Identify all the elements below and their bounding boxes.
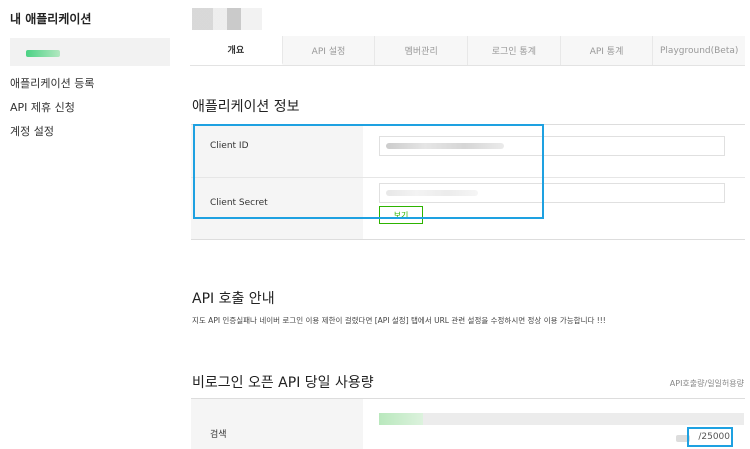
usage-count: /25000 — [698, 432, 730, 442]
api-guide-title: API 호출 안내 — [192, 291, 275, 307]
sidebar-title: 내 애플리케이션 — [10, 12, 92, 26]
row-divider — [191, 177, 745, 178]
redacted-client-id — [386, 143, 504, 149]
sidebar-link-register-app[interactable]: 애플리케이션 등록 — [10, 75, 94, 91]
api-guide-notice: 지도 API 인증실패나 네이버 로그인 이용 제한이 걸렸다면 [API 설정… — [192, 316, 606, 325]
usage-progress-bar — [379, 413, 744, 425]
usage-search-label: 검색 — [210, 430, 227, 440]
redacted-app-title — [192, 8, 262, 30]
tab-overview[interactable]: 개요 — [190, 36, 283, 65]
app-info-title: 애플리케이션 정보 — [192, 99, 300, 115]
tab-login-stats[interactable]: 로그인 통계 — [468, 36, 561, 65]
client-id-label: Client ID — [210, 141, 249, 151]
sidebar-link-api-partnership[interactable]: API 제휴 신청 — [10, 99, 75, 115]
redacted-app-name — [26, 50, 60, 57]
usage-title: 비로그인 오픈 API 당일 사용량 — [192, 375, 374, 391]
usage-table: 검색 /25000 — [191, 398, 745, 449]
client-secret-field[interactable] — [379, 183, 725, 203]
tab-api-settings[interactable]: API 설정 — [282, 36, 376, 65]
tab-bar: 개요 API 설정 멤버관리 로그인 통계 API 통계 Playground(… — [190, 36, 746, 66]
app-info-table: Client ID Client Secret — [191, 124, 745, 240]
redacted-client-secret — [386, 190, 478, 196]
client-secret-label: Client Secret — [210, 198, 268, 208]
client-id-field[interactable] — [379, 136, 725, 156]
redacted-usage-value — [676, 435, 690, 442]
tab-playground[interactable]: Playground(Beta) — [653, 36, 746, 65]
show-secret-button[interactable]: 보기 — [379, 206, 423, 224]
sidebar: 내 애플리케이션 애플리케이션 등록 API 제휴 신청 계정 설정 — [0, 0, 175, 449]
usage-progress-fill — [379, 413, 423, 425]
usage-caption: API호출량/일일허용량 — [669, 379, 744, 388]
sidebar-link-account-settings[interactable]: 계정 설정 — [10, 123, 54, 139]
usage-label-column — [191, 399, 363, 449]
tab-api-stats[interactable]: API 통계 — [560, 36, 654, 65]
tab-member-management[interactable]: 멤버관리 — [375, 36, 469, 65]
sidebar-app-item[interactable] — [10, 38, 170, 66]
